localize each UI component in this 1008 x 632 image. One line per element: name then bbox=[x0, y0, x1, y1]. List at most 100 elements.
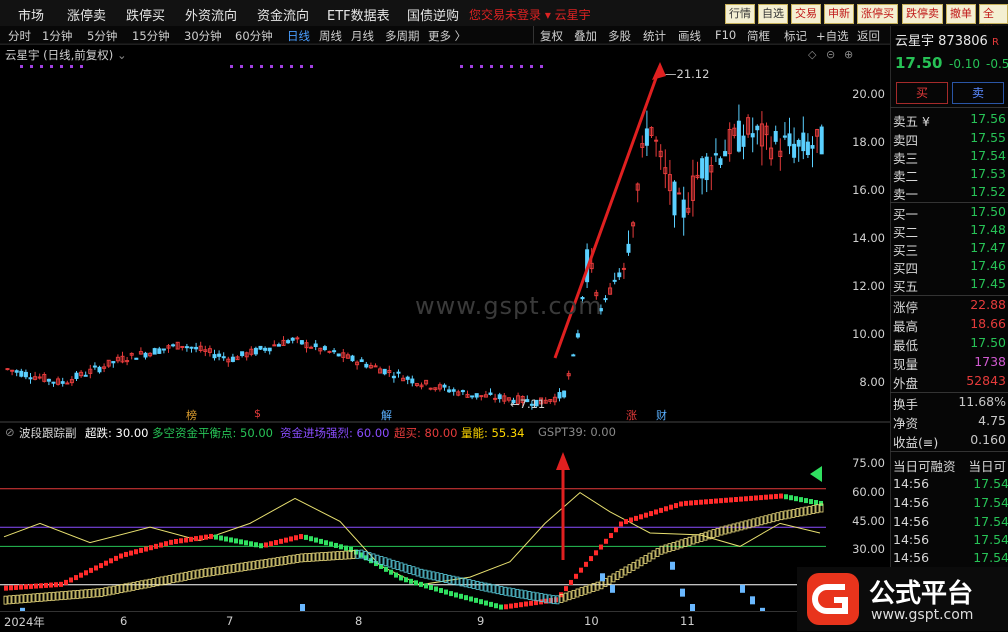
step-block bbox=[479, 599, 483, 605]
step-block bbox=[589, 556, 593, 562]
signal-dot bbox=[260, 65, 263, 68]
step-block bbox=[664, 506, 668, 512]
candle-body bbox=[171, 344, 176, 347]
trade-row: 14:56 17.54 bbox=[893, 476, 1008, 491]
signal-dot bbox=[490, 65, 493, 68]
signal-dot bbox=[60, 65, 63, 68]
ribbon-block bbox=[195, 569, 200, 579]
stat-row: 最高 18.66 bbox=[893, 316, 1006, 334]
step-block bbox=[204, 534, 208, 540]
candle-body bbox=[143, 352, 148, 358]
ribbon-block bbox=[439, 573, 444, 582]
event-marker[interactable]: 财 bbox=[656, 407, 667, 423]
ribbon-block bbox=[507, 587, 512, 597]
candle-body bbox=[787, 133, 792, 147]
sell-button[interactable]: 卖 bbox=[952, 82, 1004, 104]
ribbon-block bbox=[315, 552, 320, 562]
step-block bbox=[509, 603, 513, 609]
signal-dot bbox=[290, 65, 293, 68]
ribbon-block bbox=[179, 572, 184, 582]
settings-icon[interactable]: ⊘ bbox=[5, 425, 15, 439]
step-block bbox=[654, 509, 658, 515]
step-block bbox=[774, 493, 778, 499]
step-block bbox=[459, 593, 463, 599]
ribbon-block bbox=[231, 563, 236, 573]
candle-body bbox=[681, 199, 686, 218]
candle-body bbox=[470, 395, 475, 398]
step-block bbox=[519, 602, 523, 608]
event-marker[interactable]: 涨 bbox=[626, 407, 637, 423]
quick-cancel-all-button[interactable]: 全撤 bbox=[979, 4, 1008, 38]
step-block bbox=[804, 498, 808, 504]
candle-body bbox=[290, 337, 295, 341]
candle-body bbox=[704, 156, 709, 181]
ribbon-block bbox=[43, 592, 48, 602]
divider bbox=[890, 107, 1008, 108]
candle-body bbox=[801, 132, 806, 152]
signal-dot bbox=[500, 65, 503, 68]
event-marker[interactable]: 解 bbox=[381, 407, 392, 423]
ribbon-block bbox=[627, 564, 632, 574]
step-block bbox=[94, 565, 98, 571]
event-marker[interactable]: $ bbox=[254, 407, 261, 420]
indicator-name[interactable]: 波段跟踪副 bbox=[19, 425, 77, 441]
ribbon-block bbox=[135, 581, 140, 590]
ribbon-block bbox=[391, 559, 396, 569]
ribbon-block bbox=[503, 586, 508, 596]
candle-body bbox=[396, 371, 401, 374]
ribbon-block bbox=[731, 523, 736, 533]
step-block bbox=[404, 577, 408, 583]
candle-body bbox=[157, 348, 162, 354]
y-axis-label: 14.00 bbox=[852, 231, 885, 245]
ribbon-block bbox=[67, 590, 72, 600]
step-block bbox=[489, 601, 493, 607]
ribbon-block bbox=[7, 595, 12, 605]
ribbon-block bbox=[415, 567, 420, 577]
quick-cancel-button[interactable]: 撤单 bbox=[946, 4, 976, 24]
expand-icon[interactable]: ⊕ bbox=[844, 48, 853, 61]
step-block bbox=[414, 580, 418, 586]
step-block bbox=[754, 495, 758, 501]
step-block bbox=[669, 504, 673, 510]
step-block bbox=[309, 536, 313, 542]
step-block bbox=[29, 583, 33, 589]
trade-row: 14:56 17.54 bbox=[893, 550, 1008, 565]
ribbon-block bbox=[187, 571, 192, 580]
step-block bbox=[794, 496, 798, 502]
ribbon-block bbox=[27, 593, 32, 603]
candle-body bbox=[272, 344, 277, 347]
step-block bbox=[769, 494, 773, 500]
event-marker[interactable]: 榜 bbox=[186, 407, 197, 423]
candle-body bbox=[626, 243, 631, 253]
signal-dot bbox=[70, 65, 73, 68]
step-block bbox=[49, 582, 53, 588]
diamond-icon[interactable]: ◇ bbox=[808, 48, 816, 61]
ribbon-block bbox=[35, 593, 40, 602]
ribbon-block bbox=[619, 568, 624, 578]
quick-limit-down-sell-button[interactable]: 跌停卖 bbox=[902, 4, 943, 24]
buy-button[interactable]: 买 bbox=[896, 82, 948, 104]
ribbon-block bbox=[175, 573, 180, 583]
minimize-icon[interactable]: ⊝ bbox=[826, 48, 835, 61]
ribbon-block bbox=[639, 557, 644, 567]
candle-body bbox=[217, 353, 222, 357]
step-block bbox=[14, 584, 18, 590]
step-block bbox=[634, 515, 638, 521]
step-block bbox=[234, 538, 238, 544]
indicator-param: 超跌: 30.00 bbox=[85, 426, 149, 440]
high-price-annotation: —21.12 bbox=[665, 67, 710, 81]
step-block bbox=[109, 558, 113, 564]
step-block bbox=[69, 577, 73, 583]
ribbon-block bbox=[795, 508, 800, 518]
ribbon-block bbox=[727, 524, 732, 534]
candle-body bbox=[83, 374, 88, 377]
chevron-down-icon[interactable]: ⌄ bbox=[117, 48, 127, 62]
ribbon-block bbox=[479, 581, 484, 591]
candle-body bbox=[267, 347, 272, 352]
ask-row: 卖三 17.54 bbox=[893, 148, 1006, 166]
step-block bbox=[239, 539, 243, 545]
step-block bbox=[629, 517, 633, 523]
ribbon-block bbox=[715, 527, 720, 537]
ribbon-block bbox=[227, 564, 232, 574]
candle-body bbox=[51, 381, 56, 384]
